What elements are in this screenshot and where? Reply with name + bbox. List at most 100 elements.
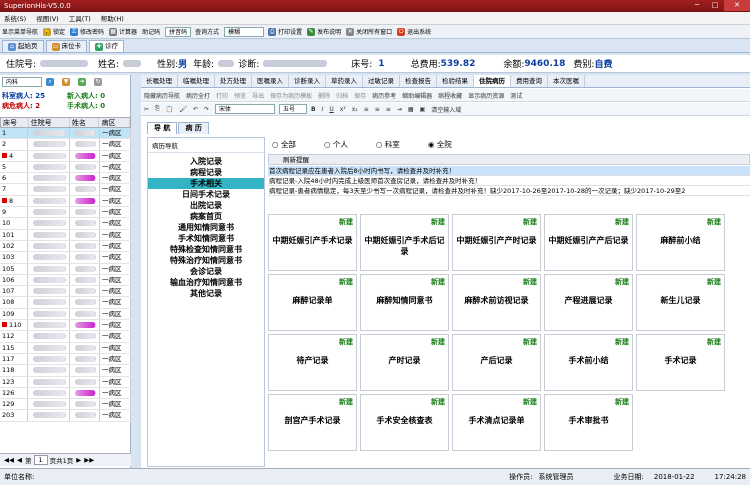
editor-tool-button[interactable]: 删除 xyxy=(318,91,330,100)
search-icon[interactable]: ⌕ xyxy=(46,78,54,86)
nav-item[interactable]: 出院记录 xyxy=(148,200,264,211)
new-record-link[interactable]: 新建 xyxy=(523,217,537,227)
subscript-icon[interactable]: x₂ xyxy=(352,106,358,113)
subtab-item[interactable]: 费用查询 xyxy=(511,75,548,87)
minimize-button[interactable]: ─ xyxy=(688,0,706,11)
editor-tool-button[interactable]: 预览 xyxy=(234,91,246,100)
table-row[interactable]: 10 一病区 xyxy=(0,218,131,230)
subtab-item[interactable]: 临嘱处理 xyxy=(178,75,215,87)
new-record-link[interactable]: 新建 xyxy=(339,337,353,347)
menu-system[interactable]: 系统(S) xyxy=(4,13,26,23)
nav-item[interactable]: 通用知情同意书 xyxy=(148,222,264,233)
radio-all[interactable]: ○ 全部 xyxy=(272,139,310,150)
subtab-item[interactable]: 长嘱处理 xyxy=(141,75,178,87)
tab-bed-card[interactable]: ▭ 床位卡 xyxy=(45,40,87,52)
editor-tool-button[interactable]: 保存 xyxy=(354,91,366,100)
record-card[interactable]: 新建 中期妊娠引产手术后记录 xyxy=(360,214,449,271)
nav-item[interactable]: 入院记录 xyxy=(148,156,264,167)
record-card[interactable]: 新建 产时记录 xyxy=(360,334,449,391)
radio-personal[interactable]: ○ 个人 xyxy=(324,139,362,150)
tab-records[interactable]: 病 历 xyxy=(178,122,209,134)
new-record-link[interactable]: 新建 xyxy=(339,397,353,407)
editor-tool-button[interactable]: 病程收藏 xyxy=(438,91,462,100)
table-row[interactable]: 1 一病区 xyxy=(0,128,131,140)
italic-icon[interactable]: I xyxy=(322,106,324,113)
new-record-link[interactable]: 新建 xyxy=(615,397,629,407)
bold-icon[interactable]: B xyxy=(311,106,316,113)
new-record-link[interactable]: 新建 xyxy=(615,217,629,227)
table-row[interactable]: 106 一病区 xyxy=(0,274,131,287)
clear-input-fields-button[interactable]: 清空输入域 xyxy=(431,105,461,114)
insert-table-icon[interactable]: ▦ xyxy=(408,106,414,113)
table-row[interactable]: 126 一病区 xyxy=(0,387,131,400)
nav-item[interactable]: 输血治疗知情同意书 xyxy=(148,277,264,288)
query-mode-select[interactable]: 模糊 xyxy=(224,26,265,37)
font-size-select[interactable]: 五号 xyxy=(279,104,308,114)
table-row[interactable]: 105 一病区 xyxy=(0,263,131,275)
table-row[interactable]: 103 一病区 xyxy=(0,252,131,264)
first-page-icon[interactable]: ◀◀ xyxy=(4,456,14,464)
record-card[interactable]: 新建 麻醉记录单 xyxy=(268,274,357,331)
new-record-link[interactable]: 新建 xyxy=(523,397,537,407)
editor-tool-button[interactable]: 保存为病历模板 xyxy=(270,91,312,100)
reminder-message[interactable]: 病程记录-入院48小时内完成上级医师首次查房记录，请检查并及时补充！ xyxy=(268,176,750,186)
nav-item[interactable]: 其他记录 xyxy=(148,288,264,299)
table-row[interactable]: 5 一病区 xyxy=(0,161,131,174)
cut-icon[interactable]: ✂ xyxy=(144,106,149,113)
col-ward[interactable]: 病区 xyxy=(99,118,130,127)
editor-tool-button[interactable]: 归档 xyxy=(336,91,348,100)
record-card[interactable]: 新建 麻醉知情同意书 xyxy=(360,274,449,331)
subtab-item[interactable]: 诊断录入 xyxy=(289,75,326,87)
new-record-link[interactable]: 新建 xyxy=(523,277,537,287)
table-row[interactable]: 107 一病区 xyxy=(0,286,131,298)
table-row[interactable]: 112 一病区 xyxy=(0,331,131,343)
nav-item[interactable]: 手术相关 xyxy=(148,178,264,189)
exit-system-button[interactable]: ⏻ 退出系统 xyxy=(397,27,431,36)
subtab-item[interactable]: 处方处理 xyxy=(215,75,252,87)
page-number-input[interactable]: 1 xyxy=(33,455,48,465)
record-card[interactable]: 新建 手术前小结 xyxy=(544,334,633,391)
new-record-link[interactable]: 新建 xyxy=(707,337,721,347)
new-record-link[interactable]: 新建 xyxy=(431,397,445,407)
radio-hospital[interactable]: ◉ 全院 xyxy=(428,139,466,150)
menu-tools[interactable]: 工具(T) xyxy=(69,13,91,23)
editor-tool-button[interactable]: 测试 xyxy=(510,91,522,100)
new-record-link[interactable]: 新建 xyxy=(707,217,721,227)
tab-treatment[interactable]: ✚ 诊疗 xyxy=(89,40,124,52)
record-card[interactable]: 新建 产程进展记录 xyxy=(544,274,633,331)
record-card[interactable]: 新建 手术清点记录单 xyxy=(452,394,541,451)
paste-icon[interactable]: 📋 xyxy=(166,106,173,113)
table-row[interactable]: 108 一病区 xyxy=(0,297,131,309)
indent-icon[interactable]: ⇥ xyxy=(397,106,402,113)
nav-item[interactable]: 特殊检查知情同意书 xyxy=(148,244,264,255)
record-card[interactable]: 新建 麻醉前小结 xyxy=(636,214,725,271)
reminder-message[interactable]: 病程记录-患者病情稳定，每3天至少书写一次病程记录，请检查并及时补充！缺少201… xyxy=(268,186,750,196)
redo-icon[interactable]: ↷ xyxy=(204,106,209,113)
col-name[interactable]: 姓名 xyxy=(70,118,100,127)
tab-home[interactable]: ⌂ 起始页 xyxy=(2,40,44,52)
new-record-link[interactable]: 新建 xyxy=(523,337,537,347)
new-record-link[interactable]: 新建 xyxy=(431,277,445,287)
table-row[interactable]: 203 一病区 xyxy=(0,410,131,422)
table-row[interactable]: 117 一病区 xyxy=(0,353,131,366)
underline-icon[interactable]: U xyxy=(329,106,333,113)
editor-tool-button[interactable]: 病历参考 xyxy=(372,91,396,100)
menu-view[interactable]: 视图(V) xyxy=(36,13,59,23)
subtab-item[interactable]: 医嘱录入 xyxy=(252,75,289,87)
record-card[interactable]: 新建 手术安全核查表 xyxy=(360,394,449,451)
maximize-button[interactable]: □ xyxy=(706,0,724,11)
nav-item[interactable]: 手术知情同意书 xyxy=(148,233,264,244)
calculator-button[interactable]: ▦ 计算器 xyxy=(109,27,137,36)
copy-icon[interactable]: ⎘ xyxy=(155,105,160,113)
subtab-item[interactable]: 检查报告 xyxy=(400,75,437,87)
reminder-message[interactable]: 首次病程记录应在患者入院后8小时内书写，请检查并及时补充！ xyxy=(268,166,750,176)
table-row[interactable]: 4 一病区 xyxy=(0,150,131,162)
font-name-select[interactable]: 宋体 xyxy=(215,104,276,114)
record-card[interactable]: 新建 中期妊娠引产产时记录 xyxy=(452,214,541,271)
release-notes-button[interactable]: ✎ 发布说明 xyxy=(307,27,341,36)
prev-page-icon[interactable]: ◀ xyxy=(17,456,22,464)
subtab-item[interactable]: 住院病历 xyxy=(474,75,511,87)
table-row[interactable]: 7 一病区 xyxy=(0,184,131,196)
table-row[interactable]: 6 一病区 xyxy=(0,173,131,185)
col-bed[interactable]: 床号 xyxy=(1,118,29,127)
